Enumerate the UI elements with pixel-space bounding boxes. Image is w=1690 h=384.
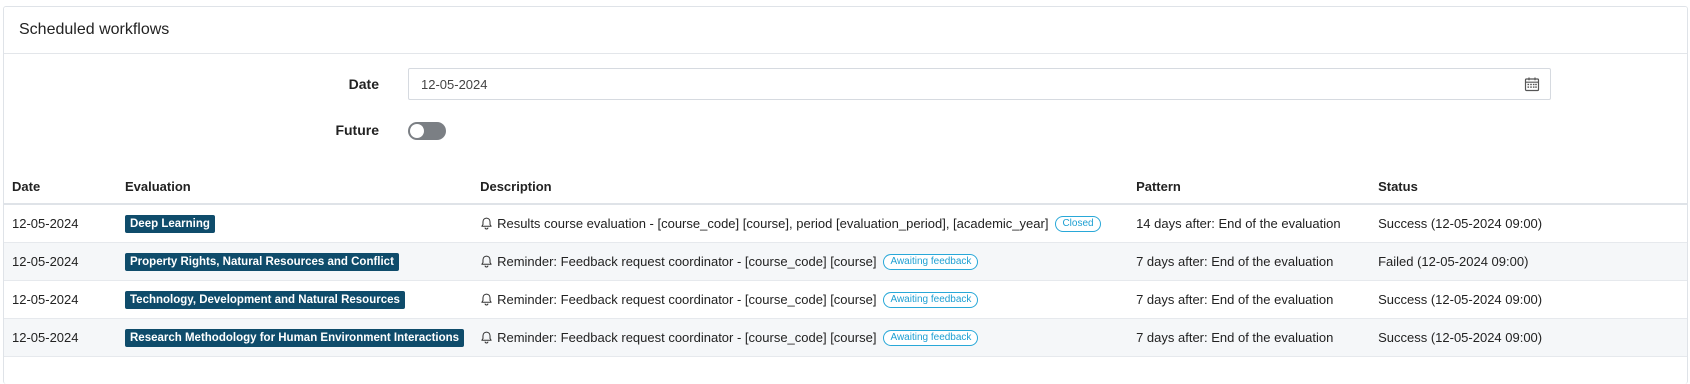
column-header-pattern[interactable]: Pattern <box>1128 169 1371 205</box>
row-date: 12-05-2024 <box>4 242 117 281</box>
table-row[interactable]: 12-05-2024 Research Methodology for Huma… <box>4 318 1687 357</box>
toggle-knob <box>410 124 424 138</box>
row-pattern: 7 days after: End of the evaluation <box>1128 318 1371 357</box>
row-description: Reminder: Feedback request coordinator -… <box>497 330 877 345</box>
row-pattern: 7 days after: End of the evaluation <box>1128 242 1371 281</box>
date-label: Date <box>348 76 379 92</box>
workflows-table: Date Evaluation Description Pattern Stat… <box>4 169 1687 357</box>
date-input-value: 12-05-2024 <box>421 76 488 92</box>
row-status: Success (12-05-2024 09:00) <box>1370 204 1687 243</box>
future-label: Future <box>335 122 379 138</box>
row-date: 12-05-2024 <box>4 280 117 319</box>
column-header-evaluation[interactable]: Evaluation <box>117 169 473 205</box>
row-description: Results course evaluation - [course_code… <box>497 216 1049 231</box>
evaluation-badge[interactable]: Property Rights, Natural Resources and C… <box>125 252 399 271</box>
card-title: Scheduled workflows <box>19 21 170 38</box>
table-header-row: Date Evaluation Description Pattern Stat… <box>4 169 1687 205</box>
column-header-description[interactable]: Description <box>472 169 1129 205</box>
row-pattern: 14 days after: End of the evaluation <box>1128 204 1371 243</box>
status-pill: Awaiting feedback <box>883 329 979 346</box>
bell-icon <box>481 331 492 344</box>
row-status: Success (12-05-2024 09:00) <box>1370 318 1687 357</box>
future-toggle[interactable] <box>408 122 446 140</box>
status-pill: Awaiting feedback <box>883 291 979 308</box>
row-status: Success (12-05-2024 09:00) <box>1370 280 1687 319</box>
row-description: Reminder: Feedback request coordinator -… <box>497 254 877 269</box>
row-pattern: 7 days after: End of the evaluation <box>1128 280 1371 319</box>
bell-icon <box>481 255 492 268</box>
calendar-icon[interactable] <box>1524 76 1540 92</box>
column-header-date[interactable]: Date <box>4 169 117 205</box>
evaluation-badge[interactable]: Technology, Development and Natural Reso… <box>125 290 405 309</box>
row-date: 12-05-2024 <box>4 204 117 243</box>
table-row[interactable]: 12-05-2024 Deep Learning Results course … <box>4 204 1687 243</box>
card-header: Scheduled workflows <box>4 7 1687 54</box>
table-row[interactable]: 12-05-2024 Property Rights, Natural Reso… <box>4 242 1687 281</box>
bell-icon <box>481 293 492 306</box>
date-input[interactable]: 12-05-2024 <box>408 68 1551 100</box>
bell-icon <box>481 217 492 230</box>
row-date: 12-05-2024 <box>4 318 117 357</box>
evaluation-badge[interactable]: Research Methodology for Human Environme… <box>125 328 465 347</box>
row-status: Failed (12-05-2024 09:00) <box>1370 242 1687 281</box>
scheduled-workflows-card: Scheduled workflows Date 12-05-2024 Futu… <box>3 6 1688 384</box>
table-row[interactable]: 12-05-2024 Technology, Development and N… <box>4 280 1687 319</box>
status-pill: Awaiting feedback <box>883 253 979 270</box>
status-pill: Closed <box>1055 215 1101 232</box>
evaluation-badge[interactable]: Deep Learning <box>125 214 215 233</box>
column-header-status[interactable]: Status <box>1370 169 1687 205</box>
row-description: Reminder: Feedback request coordinator -… <box>497 292 877 307</box>
